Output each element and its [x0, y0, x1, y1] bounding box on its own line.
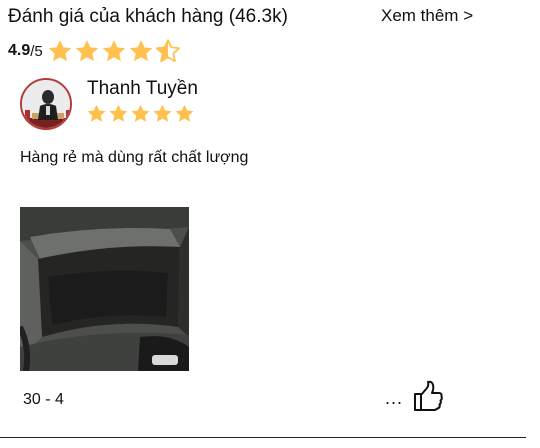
review-photo[interactable] — [20, 207, 189, 371]
star-icon — [109, 104, 128, 122]
review-stars — [86, 103, 196, 124]
see-more-link[interactable]: Xem thêm > — [381, 6, 473, 26]
star-icon — [48, 40, 71, 62]
star-icon — [153, 104, 172, 122]
rating-score: 4.9 — [8, 42, 31, 59]
star-icon — [175, 104, 194, 122]
star-icon — [87, 104, 106, 122]
star-icon — [155, 39, 180, 63]
like-button[interactable] — [413, 380, 443, 412]
overall-stars — [47, 38, 182, 64]
star-icon — [129, 40, 152, 62]
star-icon — [102, 40, 125, 62]
star-icon — [75, 40, 98, 62]
reviews-heading: Đánh giá của khách hàng (46.3k) — [8, 6, 288, 27]
rating-max: /5 — [30, 42, 43, 60]
divider — [0, 437, 526, 438]
review-text: Hàng rẻ mà dùng rất chất lượng — [20, 149, 249, 166]
star-icon — [131, 104, 150, 122]
bag-photo — [20, 207, 189, 371]
overall-rating: 4.9 /5 — [8, 36, 182, 66]
reviewer-name[interactable]: Thanh Tuyền — [87, 78, 198, 100]
review-date: 30 - 4 — [23, 391, 64, 408]
avatar — [20, 78, 72, 130]
more-options-button[interactable]: ... — [385, 388, 403, 409]
avatar-photo — [22, 80, 70, 128]
thumbs-up-icon — [414, 380, 443, 411]
